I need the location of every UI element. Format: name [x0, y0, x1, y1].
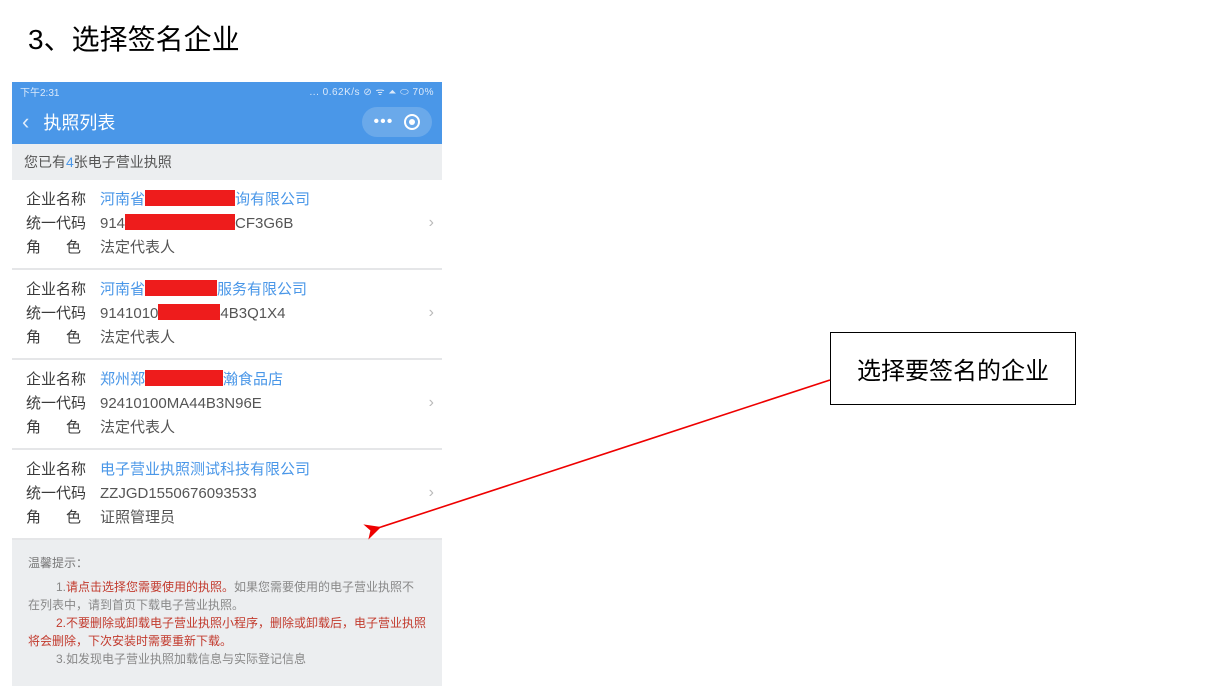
document-heading: 3、选择签名企业 — [0, 0, 1219, 58]
company-name: 河南省询有限公司 — [100, 188, 432, 212]
redaction-block — [158, 304, 220, 320]
banner-suffix: 张电子营业执照 — [74, 154, 172, 170]
company-name: 郑州郑瀚食品店 — [100, 368, 432, 392]
company-role: 证照管理员 — [100, 506, 432, 530]
company-role: 法定代表人 — [100, 416, 432, 440]
company-name: 河南省服务有限公司 — [100, 278, 432, 302]
chevron-right-icon: › — [429, 214, 434, 232]
chevron-right-icon: › — [429, 304, 434, 322]
label-code: 统一代码 — [26, 392, 100, 416]
redaction-block — [145, 370, 223, 386]
company-item[interactable]: 企业名称 电子营业执照测试科技有限公司 统一代码 ZZJGD1550676093… — [12, 450, 442, 540]
company-item[interactable]: 企业名称 河南省服务有限公司 统一代码 91410104B3Q1X4 角 色 法… — [12, 270, 442, 360]
label-name: 企业名称 — [26, 368, 100, 392]
company-role: 法定代表人 — [100, 326, 432, 350]
tips-title: 温馨提示： — [28, 554, 426, 572]
title-actions: ••• — [362, 107, 432, 137]
company-code: ZZJGD1550676093533 — [100, 482, 432, 506]
company-role: 法定代表人 — [100, 236, 432, 260]
label-name: 企业名称 — [26, 458, 100, 482]
close-target-icon[interactable] — [404, 114, 420, 130]
banner-count: 4 — [66, 154, 74, 170]
annotation-callout: 选择要签名的企业 — [830, 332, 1076, 405]
company-code: 92410100MA44B3N96E — [100, 392, 432, 416]
tips-line-1: 1.请点击选择您需要使用的执照。如果您需要使用的电子营业执照不在列表中，请到首页… — [28, 578, 426, 614]
tips-line-3: 3.如发现电子营业执照加载信息与实际登记信息 — [28, 650, 426, 668]
title-bar: ‹ 执照列表 ••• — [12, 100, 442, 144]
company-code: 914CF3G6B — [100, 212, 432, 236]
company-item[interactable]: 企业名称 郑州郑瀚食品店 统一代码 92410100MA44B3N96E 角 色… — [12, 360, 442, 450]
label-name: 企业名称 — [26, 278, 100, 302]
label-code: 统一代码 — [26, 212, 100, 236]
label-role: 角 色 — [26, 236, 100, 260]
page-title: 执照列表 — [43, 109, 362, 135]
label-name: 企业名称 — [26, 188, 100, 212]
chevron-right-icon: › — [429, 394, 434, 412]
status-time: 下午2:31 — [20, 84, 59, 99]
label-role: 角 色 — [26, 506, 100, 530]
redaction-block — [145, 280, 217, 296]
label-role: 角 色 — [26, 326, 100, 350]
label-code: 统一代码 — [26, 482, 100, 506]
redaction-block — [145, 190, 235, 206]
company-code: 91410104B3Q1X4 — [100, 302, 432, 326]
status-bar: 下午2:31 ... 0.62K/s ⊘ ᯤ ⏶ ⬭ 70% — [12, 82, 442, 100]
redaction-block — [125, 214, 235, 230]
banner-prefix: 您已有 — [24, 154, 66, 170]
phone-screenshot: 下午2:31 ... 0.62K/s ⊘ ᯤ ⏶ ⬭ 70% ‹ 执照列表 ••… — [12, 82, 442, 686]
tips-box: 温馨提示： 1.请点击选择您需要使用的执照。如果您需要使用的电子营业执照不在列表… — [12, 540, 442, 686]
company-name: 电子营业执照测试科技有限公司 — [100, 458, 432, 482]
company-item[interactable]: 企业名称 河南省询有限公司 统一代码 914CF3G6B 角 色 法定代表人 › — [12, 180, 442, 270]
label-code: 统一代码 — [26, 302, 100, 326]
more-icon[interactable]: ••• — [374, 114, 394, 130]
status-right: ... 0.62K/s ⊘ ᯤ ⏶ ⬭ 70% — [310, 84, 434, 98]
miniapp-capsule[interactable]: ••• — [362, 107, 432, 137]
back-icon[interactable]: ‹ — [22, 111, 29, 133]
label-role: 角 色 — [26, 416, 100, 440]
tips-line-2: 2.不要删除或卸载电子营业执照小程序，删除或卸载后，电子营业执照将会删除，下次安… — [28, 614, 426, 650]
license-count-banner: 您已有4张电子营业执照 — [12, 144, 442, 180]
chevron-right-icon: › — [429, 484, 434, 502]
